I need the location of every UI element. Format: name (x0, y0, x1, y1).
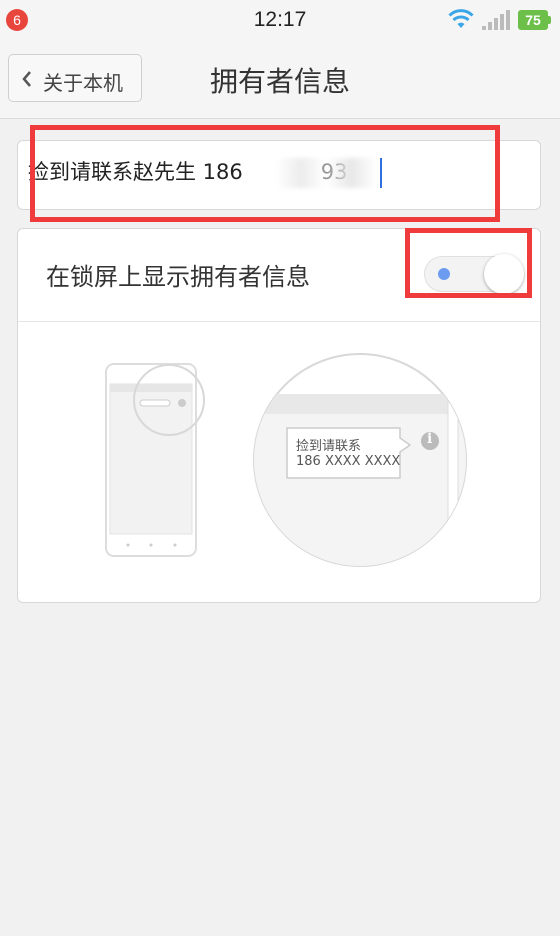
page-title: 拥有者信息 (209, 65, 350, 98)
card-divider (18, 321, 540, 322)
bubble-line-2: 186 XXXX XXXX (296, 454, 401, 469)
title-bar: 关于本机 拥有者信息 (0, 40, 560, 119)
signal-icon (482, 10, 510, 30)
phone-illustration (105, 363, 205, 557)
highlight-toggle (405, 228, 532, 298)
status-bar: 6 12:17 75 (0, 0, 560, 40)
battery-icon: 75 (518, 10, 552, 30)
battery-level: 75 (518, 10, 548, 30)
wifi-icon (448, 9, 474, 28)
status-clock: 12:17 (253, 8, 307, 31)
info-icon: i (427, 431, 433, 447)
lockscreen-toggle-label: 在锁屏上显示拥有者信息 (46, 263, 310, 291)
bubble-line-1: 捡到请联系 (296, 439, 362, 454)
highlight-owner-field (30, 125, 500, 222)
zoom-illustration: 捡到请联系 186 XXXX XXXX i (252, 350, 472, 570)
